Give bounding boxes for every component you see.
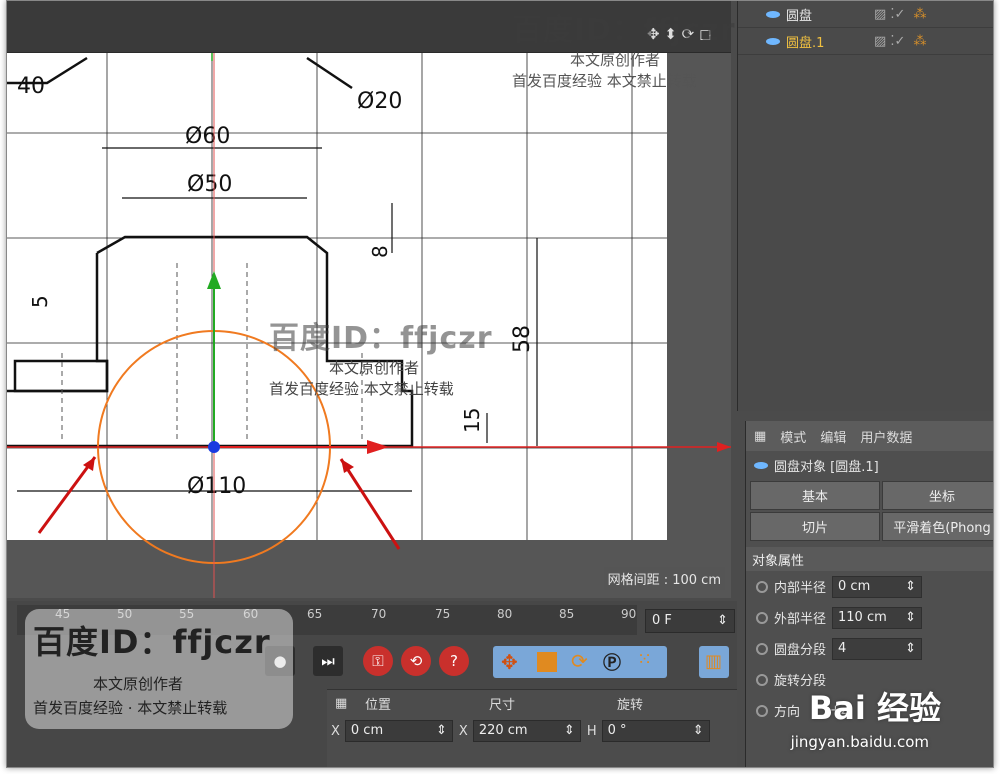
current-frame-field[interactable]: 0 F ⇕ xyxy=(645,609,735,633)
tab-basic[interactable]: 基本 xyxy=(750,481,880,510)
watermark-line2: 首发百度经验 · 本文禁止转载 xyxy=(33,699,228,717)
coordinate-manager: ▦ 位置 尺寸 旋转 X 0 cm ⇕ X 220 cm ⇕ H 0 ° ⇕ xyxy=(327,689,737,767)
tag-icon[interactable]: ⁂ xyxy=(913,34,926,49)
inner-radius-field[interactable]: 0 cm ⇕ xyxy=(832,575,923,598)
watermark-line1: 本文原创作者 xyxy=(570,51,661,69)
size-x-field[interactable]: 220 cm ⇕ xyxy=(472,720,581,742)
grid-spacing-label: 网格间距 : 100 cm xyxy=(603,567,725,590)
tick: 90 xyxy=(621,607,637,621)
section-object-properties: 对象属性 xyxy=(746,547,993,571)
prop-label: 外部半径 xyxy=(774,612,827,627)
auto-key-icon[interactable]: ⟲ xyxy=(401,646,431,676)
tab-edit[interactable]: 编辑 xyxy=(820,427,846,446)
position-x-field[interactable]: 0 cm ⇕ xyxy=(344,720,453,742)
object-origin[interactable] xyxy=(208,441,220,453)
anim-radio[interactable] xyxy=(756,642,768,655)
tab-phong[interactable]: 平滑着色(Phong xyxy=(882,512,993,541)
object-manager: 圆盘 ▨ ⁚✓ ⁂ 圆盘.1 ▨ ⁚✓ ⁂ xyxy=(737,1,993,411)
tick: 70 xyxy=(371,607,387,621)
outer-radius-field[interactable]: 110 cm ⇕ xyxy=(832,606,923,629)
anim-radio[interactable] xyxy=(756,673,768,686)
x-axis-end-arrow xyxy=(717,442,731,452)
annotation-arrow-left xyxy=(37,456,97,534)
key-help-icon[interactable]: ? xyxy=(439,646,469,676)
move-icon[interactable]: ✥ xyxy=(501,650,518,674)
watermark-line2: 首发百度经验 本文禁止转载 xyxy=(512,72,697,90)
disc-icon xyxy=(754,461,768,469)
disc-icon xyxy=(766,37,780,45)
tab-mode[interactable]: 模式 xyxy=(780,427,806,446)
disc-icon xyxy=(766,10,780,18)
object-row-disc[interactable]: 圆盘 ▨ ⁚✓ ⁂ xyxy=(738,1,993,28)
watermark-line2: 首发百度经验 本文禁止转载 xyxy=(269,380,454,398)
baidu-url: jingyan.baidu.com xyxy=(790,733,929,751)
watermark-id: 百度ID：ffjczr xyxy=(512,13,736,48)
prop-outer-radius: 外部半径 110 cm ⇕ xyxy=(746,602,993,633)
coord-headers: ▦ 位置 尺寸 旋转 xyxy=(327,690,737,716)
prop-disc-segments: 圆盘分段 4 ⇕ xyxy=(746,633,993,664)
annotation-arrowhead-right xyxy=(341,459,354,473)
prop-label: 圆盘分段 xyxy=(774,643,827,658)
header-size: 尺寸 xyxy=(489,697,516,713)
anim-radio[interactable] xyxy=(756,704,768,717)
annotation-arrow-right xyxy=(339,458,401,550)
x-axis-arrow[interactable] xyxy=(367,440,389,454)
rotate-icon[interactable]: ⟳ xyxy=(571,649,588,673)
disc-segments-field[interactable]: 4 ⇕ xyxy=(832,637,923,660)
object-title: 圆盘对象 [圆盘.1] xyxy=(746,451,993,479)
tab-slice[interactable]: 切片 xyxy=(750,512,880,541)
app-window: ✥ ⬍ ⟳ ◻ 40 Ø20 Ø60 Ø50 8 5 58 15 Ø110 网格… xyxy=(6,0,994,768)
object-name: 圆盘 xyxy=(786,8,813,24)
baidu-logo: Bai 经验 xyxy=(808,689,941,727)
tick: 65 xyxy=(307,607,323,621)
tick: 80 xyxy=(497,607,513,621)
watermark-top: 百度ID：ffjczr 本文原创作者 首发百度经验 本文禁止转载 xyxy=(512,5,736,91)
param-icon[interactable]: Ⓟ xyxy=(603,649,621,675)
watermark-center: 百度ID：ffjczr 本文原创作者 首发百度经验 本文禁止转载 xyxy=(269,313,493,399)
anim-radio[interactable] xyxy=(756,580,768,593)
object-title-text: 圆盘对象 [圆盘.1] xyxy=(774,459,879,475)
anim-radio[interactable] xyxy=(756,611,768,624)
object-row-disc-1[interactable]: 圆盘.1 ▨ ⁚✓ ⁂ xyxy=(738,28,993,55)
record-keys-icon[interactable]: ⚿ xyxy=(363,646,393,676)
axis-label: X xyxy=(458,723,468,739)
tab-user-data[interactable]: 用户数据 xyxy=(860,427,912,446)
axis-label: H xyxy=(586,723,597,739)
attribute-sections: 基本 坐标 切片 平滑着色(Phong xyxy=(750,481,993,541)
transform-tools: ✥ ⟳ Ⓟ ⁙ xyxy=(493,646,667,678)
film-icon[interactable]: ▥ xyxy=(699,646,729,678)
render-toggle-icons[interactable]: ▨ ⁚✓ xyxy=(874,34,905,49)
prop-inner-radius: 内部半径 0 cm ⇕ xyxy=(746,571,993,602)
tag-icon[interactable]: ⁂ xyxy=(913,7,926,22)
header-position: 位置 xyxy=(365,697,392,713)
y-axis-arrow[interactable] xyxy=(207,271,221,289)
watermark-bottom-box: 百度ID：ffjczr 本文原创作者 首发百度经验 · 本文禁止转载 xyxy=(25,609,293,729)
watermark-id: 百度ID：ffjczr xyxy=(33,623,271,661)
rotation-h-field[interactable]: 0 ° ⇕ xyxy=(601,720,710,742)
header-rotation: 旋转 xyxy=(617,697,644,713)
watermark-line1: 本文原创作者 xyxy=(329,359,420,377)
goto-end-icon[interactable]: ⏭ xyxy=(313,646,343,676)
tick: 75 xyxy=(435,607,451,621)
grip-icon: ▦ xyxy=(335,695,348,711)
points-icon[interactable]: ⁙ xyxy=(637,649,652,670)
tab-coord[interactable]: 坐标 xyxy=(882,481,993,510)
watermark-id: 百度ID：ffjczr xyxy=(269,321,493,356)
prop-label: 内部半径 xyxy=(774,581,827,596)
grip-icon: ▦ xyxy=(754,428,767,444)
scale-icon[interactable] xyxy=(537,652,557,672)
coord-row-x: X 0 cm ⇕ X 220 cm ⇕ H 0 ° ⇕ xyxy=(327,716,737,746)
tick: 85 xyxy=(559,607,575,621)
attribute-tabs: ▦ 模式 编辑 用户数据 xyxy=(746,421,993,451)
render-toggle-icons[interactable]: ▨ ⁚✓ xyxy=(874,7,905,22)
object-name-selected: 圆盘.1 xyxy=(786,35,825,51)
prop-label: 方向 xyxy=(774,705,801,720)
watermark-line1: 本文原创作者 xyxy=(93,675,184,693)
axis-label: X xyxy=(331,723,340,739)
